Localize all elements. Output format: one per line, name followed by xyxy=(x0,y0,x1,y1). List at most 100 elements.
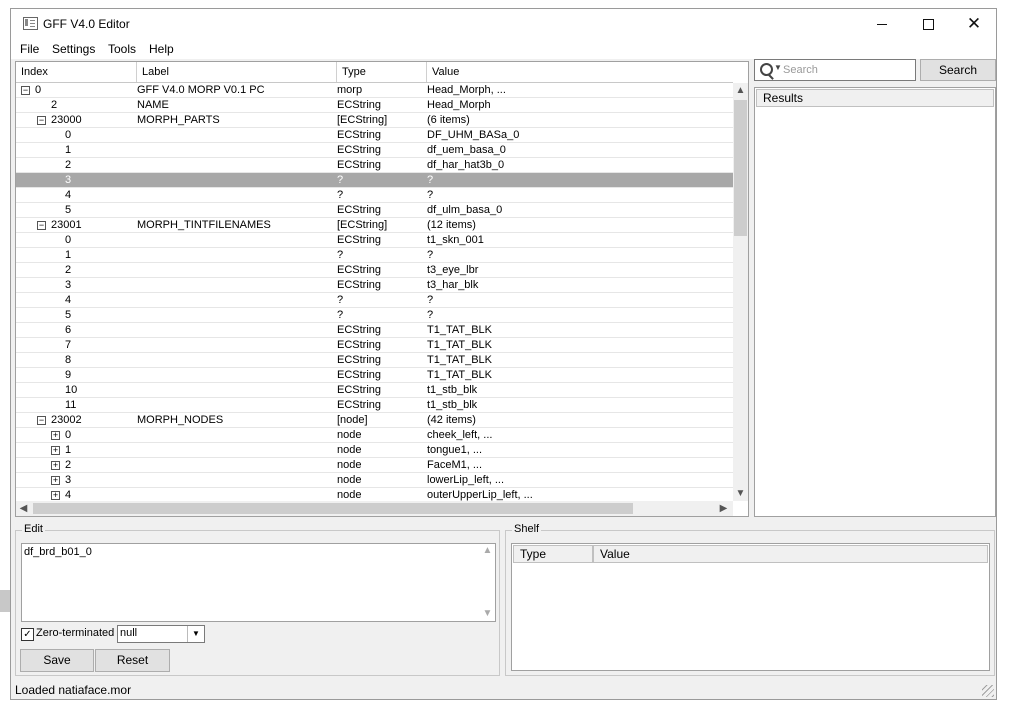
tree-cell-index: 0 xyxy=(16,128,137,142)
collapse-icon[interactable]: − xyxy=(37,116,46,125)
shelf-table[interactable]: Type Value xyxy=(511,543,990,671)
tree-index-text: 0 xyxy=(65,429,72,441)
edit-scroll-up-icon[interactable]: ▲ xyxy=(480,544,495,558)
menu-help[interactable]: Help xyxy=(149,42,174,56)
tree-row[interactable]: 4?? xyxy=(16,188,733,203)
tree-row[interactable]: 1?? xyxy=(16,248,733,263)
title-bar: GFF V4.0 Editor ✕ xyxy=(11,9,996,39)
tree-row[interactable]: 2 ECString df_har_hat3b_0 xyxy=(16,158,733,173)
menu-tools[interactable]: Tools xyxy=(108,42,136,56)
tree-cell-index: 5 xyxy=(16,308,137,322)
tree-row[interactable]: +0 node cheek_left, ... xyxy=(16,428,733,443)
edit-group-title: Edit xyxy=(22,523,45,535)
tree-row[interactable]: 0 ECString t1_skn_001 xyxy=(16,233,733,248)
tree-horizontal-scroll-thumb[interactable] xyxy=(33,503,633,514)
expand-icon[interactable]: + xyxy=(51,446,60,455)
background-edge xyxy=(0,590,10,612)
tree-row[interactable]: +3 node lowerLip_left, ... xyxy=(16,473,733,488)
edit-text-area[interactable]: df_brd_b01_0 ▲ ▼ xyxy=(21,543,496,622)
chevron-down-icon[interactable]: ▼ xyxy=(187,626,204,642)
tree-row[interactable]: −23001 MORPH_TINTFILENAMES [ECString] (12 i… xyxy=(16,218,733,233)
terminator-select[interactable]: null ▼ xyxy=(117,625,205,643)
expand-icon[interactable]: + xyxy=(51,476,60,485)
edit-scroll-down-icon[interactable]: ▼ xyxy=(480,607,495,621)
tree-row[interactable]: −0 GFF V4.0 MORP V0.1 PC morp Head_Morph, .… xyxy=(16,83,733,98)
tree-row[interactable]: 0 ECString DF_UHM_BASa_0 xyxy=(16,128,733,143)
scroll-left-icon[interactable]: ◀ xyxy=(16,501,31,516)
gff-tree-view[interactable]: Index Label Type Value −0 GFF V4.0 MORP V… xyxy=(15,61,749,517)
tree-cell-type: morp xyxy=(337,84,363,96)
tree-cell-label xyxy=(137,383,337,397)
tree-cell-label xyxy=(137,188,337,202)
tree-vertical-scroll-thumb[interactable] xyxy=(734,100,747,236)
expand-icon[interactable]: + xyxy=(51,431,60,440)
tree-index-text: 11 xyxy=(65,399,77,411)
column-header-type[interactable]: Type xyxy=(337,62,427,82)
tree-row[interactable]: +1 node tongue1, ... xyxy=(16,443,733,458)
expand-icon[interactable]: + xyxy=(51,461,60,470)
tree-cell-index: −23000 xyxy=(16,113,137,127)
tree-index-text: 0 xyxy=(35,84,42,96)
menu-file[interactable]: File xyxy=(20,42,39,56)
collapse-icon[interactable]: − xyxy=(37,221,46,230)
search-button[interactable]: Search xyxy=(920,59,996,81)
tree-row[interactable]: 6 ECString T1_TAT_BLK xyxy=(16,323,733,338)
tree-cell-value: DF_UHM_BASa_0 xyxy=(427,129,520,141)
tree-row[interactable]: 3?? xyxy=(16,173,733,188)
tree-body: −0 GFF V4.0 MORP V0.1 PC morp Head_Morph, .… xyxy=(16,83,733,501)
tree-cell-label xyxy=(137,353,337,367)
tree-row[interactable]: −23002 MORPH_NODES [node] (42 items) xyxy=(16,413,733,428)
expand-icon[interactable]: + xyxy=(51,491,60,500)
tree-row[interactable]: 2 NAME ECString Head_Morph xyxy=(16,98,733,113)
tree-row[interactable]: 7 ECString T1_TAT_BLK xyxy=(16,338,733,353)
minimize-button[interactable] xyxy=(859,9,905,39)
app-icon xyxy=(23,17,38,30)
tree-row[interactable]: 11 ECString t1_stb_blk xyxy=(16,398,733,413)
zero-terminated-checkbox[interactable]: ✓ xyxy=(21,628,34,641)
search-input[interactable] xyxy=(783,61,911,79)
tree-row[interactable]: 2 ECString t3_eye_lbr xyxy=(16,263,733,278)
tree-row[interactable]: 10 ECString t1_stb_blk xyxy=(16,383,733,398)
tree-cell-type: ECString xyxy=(337,399,382,411)
column-header-index[interactable]: Index xyxy=(16,62,137,82)
tree-row[interactable]: −23000 MORPH_PARTS [ECString] (6 items) xyxy=(16,113,733,128)
scroll-up-icon[interactable]: ▲ xyxy=(733,83,748,98)
tree-cell-label xyxy=(137,488,337,501)
tree-row[interactable]: 4?? xyxy=(16,293,733,308)
scroll-right-icon[interactable]: ▶ xyxy=(716,501,731,516)
tree-row[interactable]: 9 ECString T1_TAT_BLK xyxy=(16,368,733,383)
tree-row[interactable]: 3 ECString t3_har_blk xyxy=(16,278,733,293)
close-button[interactable]: ✕ xyxy=(951,9,996,39)
tree-cell-type: ECString xyxy=(337,369,382,381)
save-button[interactable]: Save xyxy=(20,649,94,672)
reset-button[interactable]: Reset xyxy=(95,649,170,672)
resize-grip-icon[interactable] xyxy=(982,685,994,697)
tree-row[interactable]: 5 ECString df_ulm_basa_0 xyxy=(16,203,733,218)
results-panel[interactable]: Results xyxy=(754,87,996,517)
tree-cell-index: +2 xyxy=(16,458,137,472)
chevron-down-icon[interactable]: ▼ xyxy=(774,63,782,72)
tree-index-text: 2 xyxy=(65,264,72,276)
tree-row[interactable]: +4 node outerUpperLip_left, ... xyxy=(16,488,733,501)
tree-vertical-scrollbar[interactable]: ▲ ▼ xyxy=(733,83,748,501)
scroll-down-icon[interactable]: ▼ xyxy=(733,486,748,501)
column-header-value[interactable]: Value xyxy=(427,62,733,82)
column-header-label[interactable]: Label xyxy=(137,62,337,82)
tree-row[interactable]: 8 ECString T1_TAT_BLK xyxy=(16,353,733,368)
tree-row[interactable]: +2 node FaceM1, ... xyxy=(16,458,733,473)
search-box[interactable]: ▼ xyxy=(754,59,916,81)
shelf-column-type[interactable]: Type xyxy=(513,545,593,563)
tree-cell-index: −23001 xyxy=(16,218,137,232)
collapse-icon[interactable]: − xyxy=(37,416,46,425)
tree-row[interactable]: 5?? xyxy=(16,308,733,323)
tree-cell-index: 6 xyxy=(16,323,137,337)
tree-horizontal-scrollbar[interactable]: ◀ ▶ xyxy=(16,501,733,516)
maximize-button[interactable] xyxy=(905,9,951,39)
edit-scrollbar[interactable]: ▲ ▼ xyxy=(480,544,495,621)
collapse-icon[interactable]: − xyxy=(21,86,30,95)
tree-index-text: 2 xyxy=(65,459,72,471)
tree-row[interactable]: 1 ECString df_uem_basa_0 xyxy=(16,143,733,158)
menu-settings[interactable]: Settings xyxy=(52,42,95,56)
shelf-column-value[interactable]: Value xyxy=(593,545,988,563)
tree-cell-index: 2 xyxy=(16,263,137,277)
